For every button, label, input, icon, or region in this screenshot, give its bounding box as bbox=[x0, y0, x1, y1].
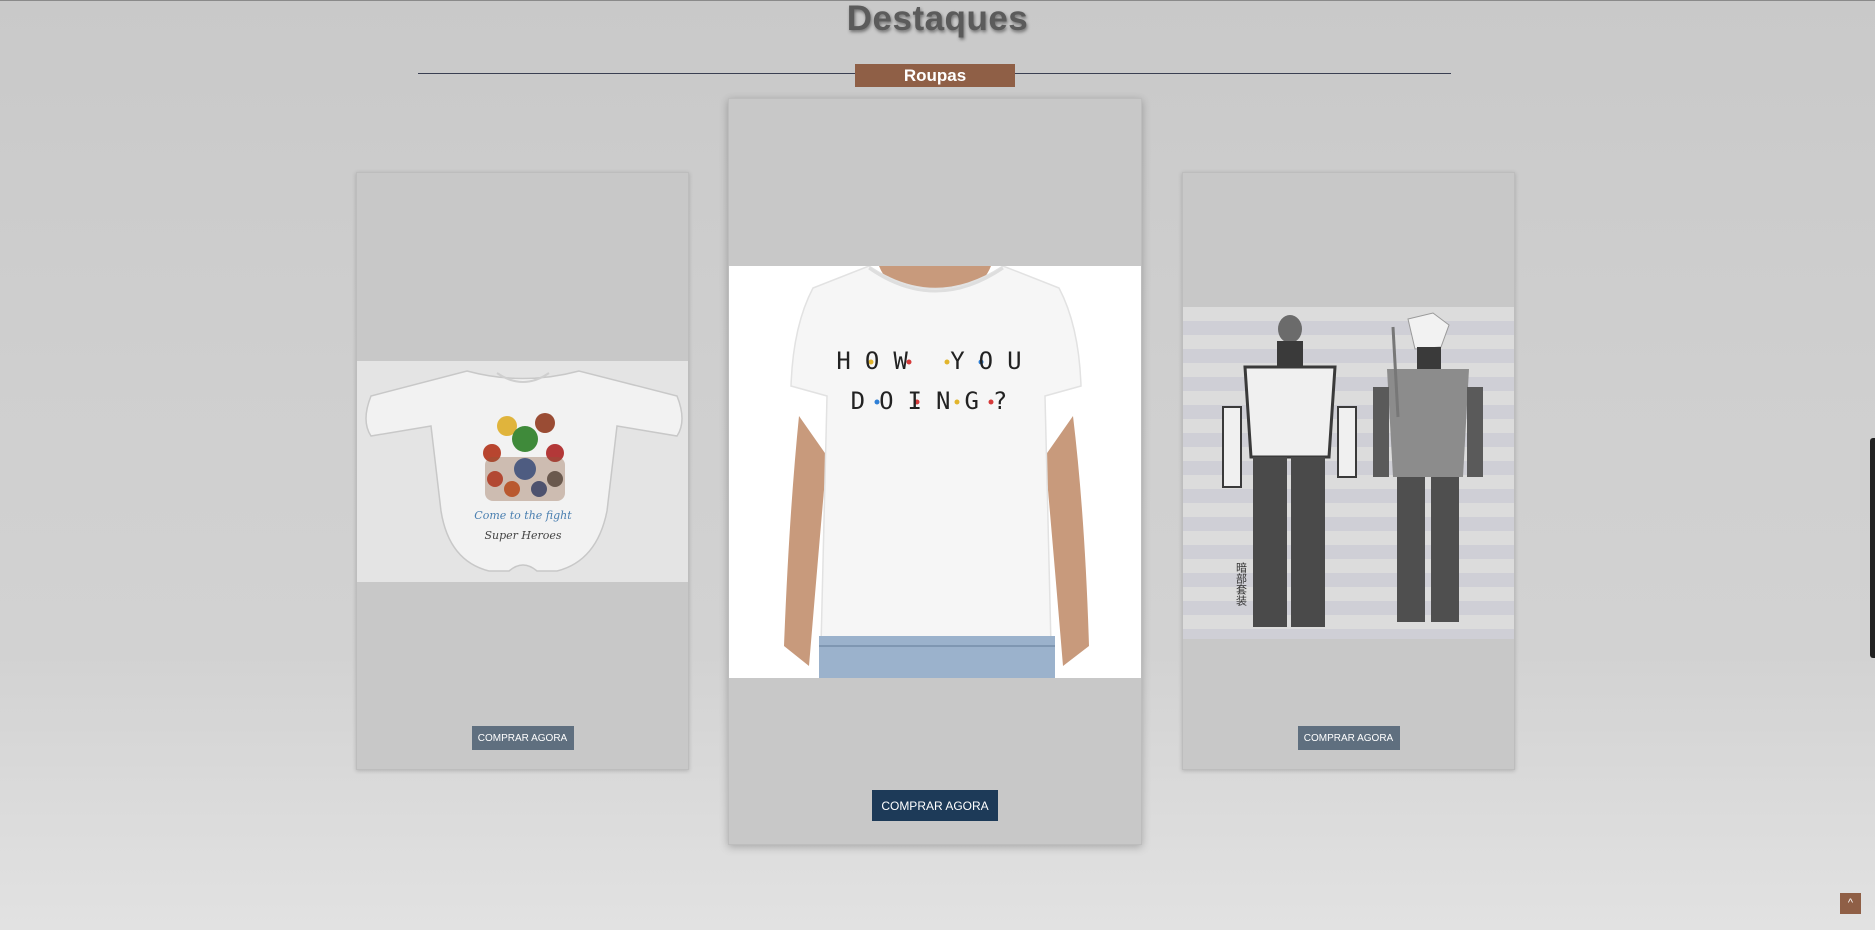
baby-bodysuit-superheroes-image[interactable]: Come to the fight Super Heroes bbox=[357, 361, 688, 582]
ninja-costume-image[interactable]: 暗部套装 bbox=[1183, 307, 1514, 639]
tshirt-text-line2: DOING? bbox=[851, 387, 1022, 415]
costume-caption: 暗部套装 bbox=[1235, 561, 1248, 607]
buy-now-button-tshirt[interactable]: COMPRAR AGORA bbox=[872, 790, 998, 821]
product-card-costume: 暗部套装 COMPRAR AGORA bbox=[1182, 172, 1515, 770]
product-card-bodysuit: Come to the fight Super Heroes COMPRAR A… bbox=[356, 172, 689, 770]
bodysuit-text-line1: Come to the fight bbox=[474, 509, 572, 522]
scrollbar-thumb[interactable] bbox=[1870, 438, 1875, 658]
back-to-top-button[interactable]: ^ bbox=[1840, 893, 1861, 914]
section-title: Destaques bbox=[846, 0, 1029, 38]
category-tab-roupas[interactable]: Roupas bbox=[855, 64, 1015, 87]
product-card-tshirt: HOW YOU DOING? COMPRAR AGORA bbox=[728, 98, 1142, 845]
buy-now-button-costume[interactable]: COMPRAR AGORA bbox=[1297, 726, 1400, 750]
buy-now-button-bodysuit[interactable]: COMPRAR AGORA bbox=[471, 726, 574, 750]
bodysuit-text-line2: Super Heroes bbox=[484, 529, 561, 542]
tshirt-how-you-doing-image[interactable]: HOW YOU DOING? bbox=[729, 266, 1141, 678]
tshirt-text-line1: HOW YOU bbox=[836, 347, 1035, 375]
